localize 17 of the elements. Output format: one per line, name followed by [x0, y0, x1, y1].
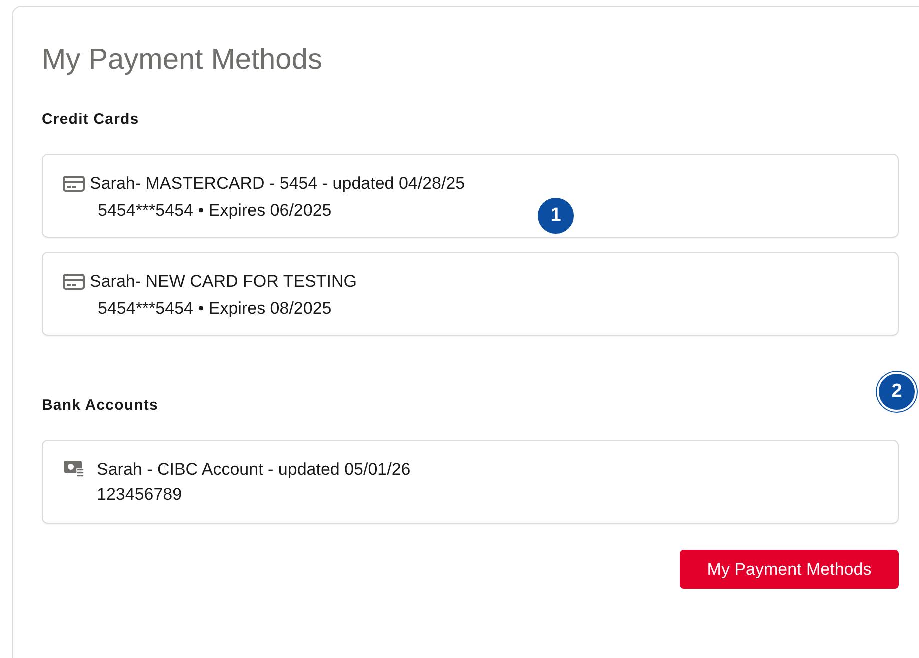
section-heading: Bank Accounts: [42, 396, 160, 416]
payment-method-name: Sarah - CIBC Account - updated 05/01/26: [97, 459, 411, 481]
payment-methods-button[interactable]: My Payment Methods: [680, 550, 899, 589]
cheque-icon: [63, 460, 85, 480]
payment-method-card[interactable]: Sarah - CIBC Account - updated 05/01/26 123456789: [42, 440, 899, 524]
payment-method-detail: 123456789: [97, 484, 182, 506]
credit-card-icon: [63, 175, 85, 193]
page-title: My Payment Methods: [42, 43, 324, 77]
section-heading: Credit Cards: [42, 110, 140, 130]
payment-method-card[interactable]: Sarah- NEW CARD FOR TESTING 5454***5454 • Expires 08/2025: [42, 252, 899, 336]
step-number-badge: 1: [536, 196, 576, 236]
credit-card-icon: [63, 273, 85, 291]
payment-method-detail: 5454***5454 • Expires 08/2025: [98, 298, 332, 320]
payment-method-detail: 5454***5454 • Expires 06/2025: [98, 200, 332, 222]
step-number-badge: 2: [877, 372, 917, 412]
payment-method-name: Sarah- MASTERCARD - 5454 - updated 04/28/25: [90, 173, 466, 195]
payment-method-name: Sarah- NEW CARD FOR TESTING: [90, 271, 357, 293]
